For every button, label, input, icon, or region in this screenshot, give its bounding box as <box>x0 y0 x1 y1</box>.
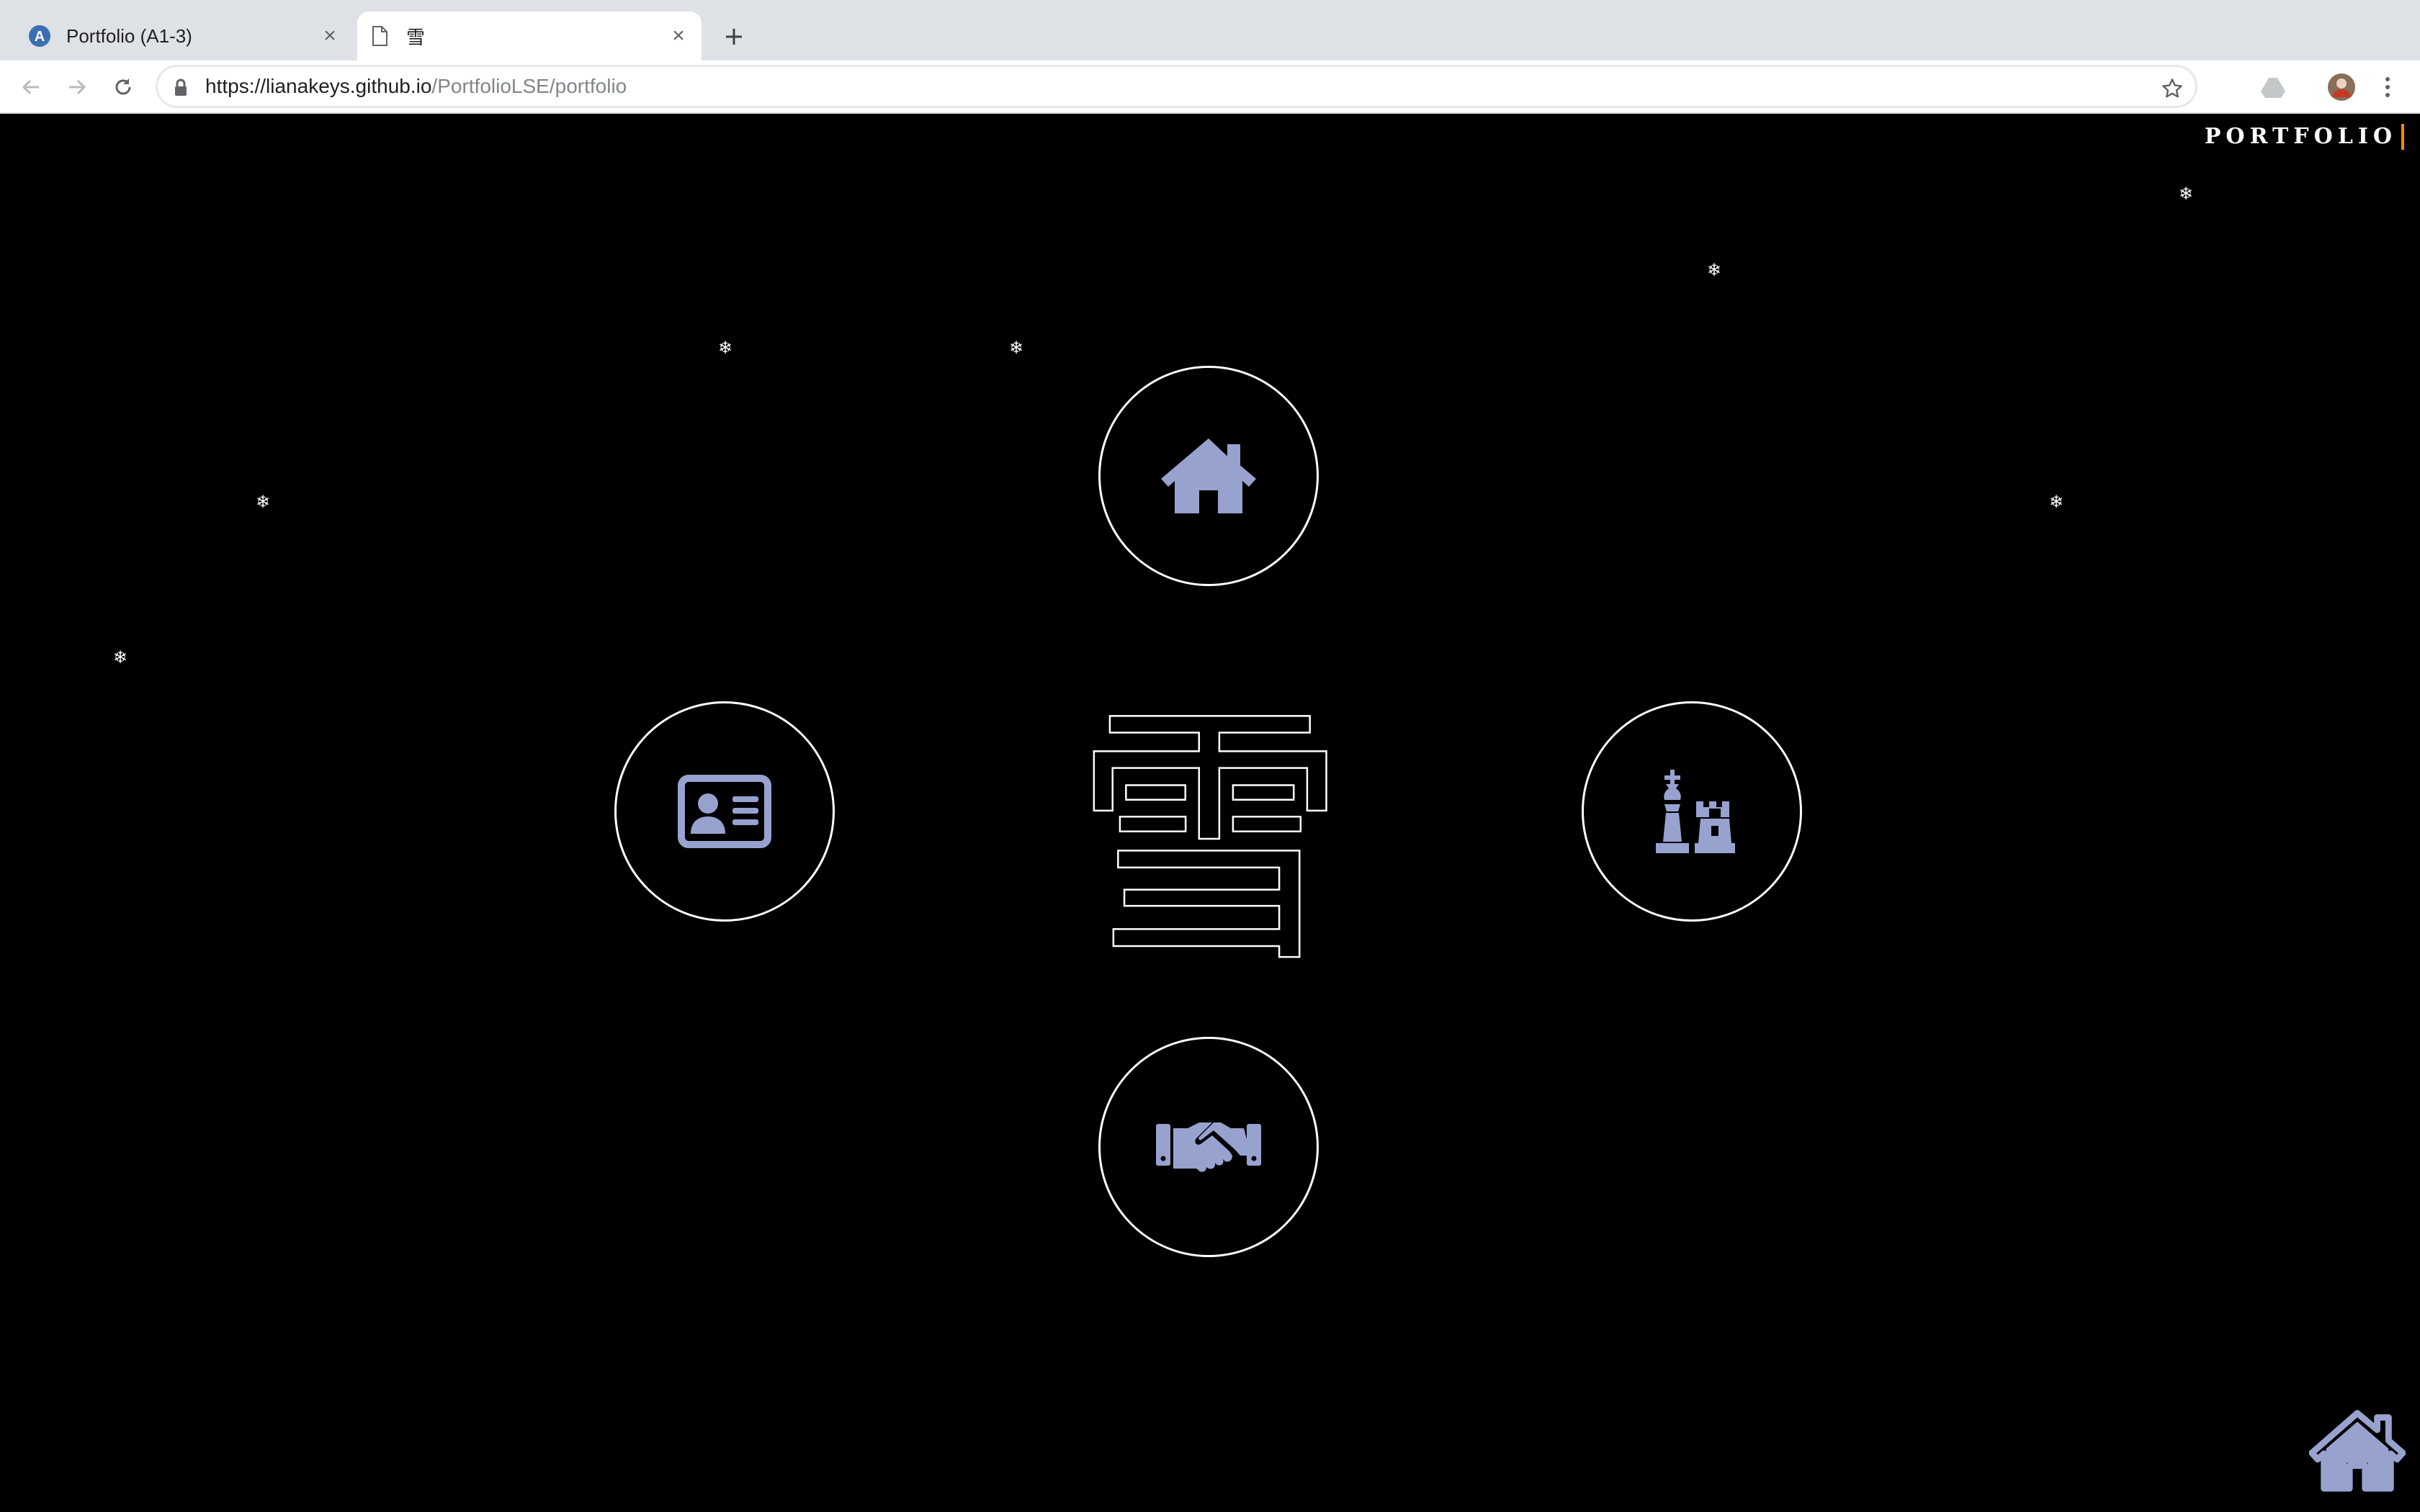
home-icon <box>1161 438 1256 513</box>
back-arrow-icon[interactable] <box>14 71 48 104</box>
snowflake-icon: ❄ <box>113 648 128 667</box>
drive-extension-icon[interactable] <box>2257 71 2290 104</box>
url-text: https://lianakeys.github.io/PortfolioLSE… <box>205 76 627 97</box>
snowflake-icon: ❄ <box>2179 184 2194 204</box>
tab-portfolio[interactable]: A Portfolio (A1-3) × <box>17 12 353 60</box>
site-favicon-icon: A <box>27 24 52 48</box>
forward-arrow-icon[interactable] <box>60 71 94 104</box>
corner-home-icon[interactable] <box>2309 1407 2406 1492</box>
page-canvas: PORTFOLIO ❄ ❄ ❄ ❄ ❄ ❄ ❄ 雪 <box>0 114 2420 1512</box>
brand-title: PORTFOLIO <box>2205 124 2404 150</box>
url-host: https://lianakeys.github.io <box>205 75 432 97</box>
tab-active[interactable]: 雪 × <box>357 12 702 60</box>
snowflake-icon: ❄ <box>1009 338 1024 358</box>
nav-about-button[interactable] <box>614 701 835 922</box>
new-tab-plus-icon[interactable] <box>716 19 752 55</box>
handshake-icon <box>1156 1122 1261 1172</box>
snowflake-icon: ❄ <box>2049 492 2064 512</box>
snow-character: 雪 <box>1072 680 1348 978</box>
tab-title: 雪 <box>406 26 426 48</box>
url-path: /PortfolioLSE/portfolio <box>431 75 627 97</box>
snowflake-icon: ❄ <box>256 492 271 512</box>
profile-avatar-icon[interactable] <box>2325 71 2358 104</box>
tab-close-icon[interactable]: × <box>317 23 343 49</box>
tab-close-icon[interactable]: × <box>666 23 691 49</box>
tab-strip: A Portfolio (A1-3) × 雪 × <box>0 0 2420 60</box>
id-card-icon <box>678 775 771 848</box>
lock-icon <box>174 78 188 101</box>
tab-title: Portfolio (A1-3) <box>66 24 192 47</box>
svg-text:A: A <box>35 29 45 45</box>
browser-toolbar: https://lianakeys.github.io/PortfolioLSE… <box>0 60 2420 114</box>
nav-contact-button[interactable] <box>1098 1037 1319 1257</box>
menu-kebab-icon[interactable] <box>2371 71 2404 104</box>
snowflake-icon: ❄ <box>718 338 733 358</box>
nav-projects-button[interactable] <box>1582 701 1802 922</box>
chess-icon <box>1656 770 1735 853</box>
svg-text:雪: 雪 <box>1073 680 1347 978</box>
document-icon <box>367 24 392 48</box>
reload-icon[interactable] <box>107 71 140 104</box>
address-bar[interactable]: https://lianakeys.github.io/PortfolioLSE… <box>156 65 2197 108</box>
snowflake-icon: ❄ <box>1707 261 1722 280</box>
bookmark-star-icon[interactable] <box>2158 74 2187 103</box>
nav-home-button[interactable] <box>1098 366 1319 586</box>
